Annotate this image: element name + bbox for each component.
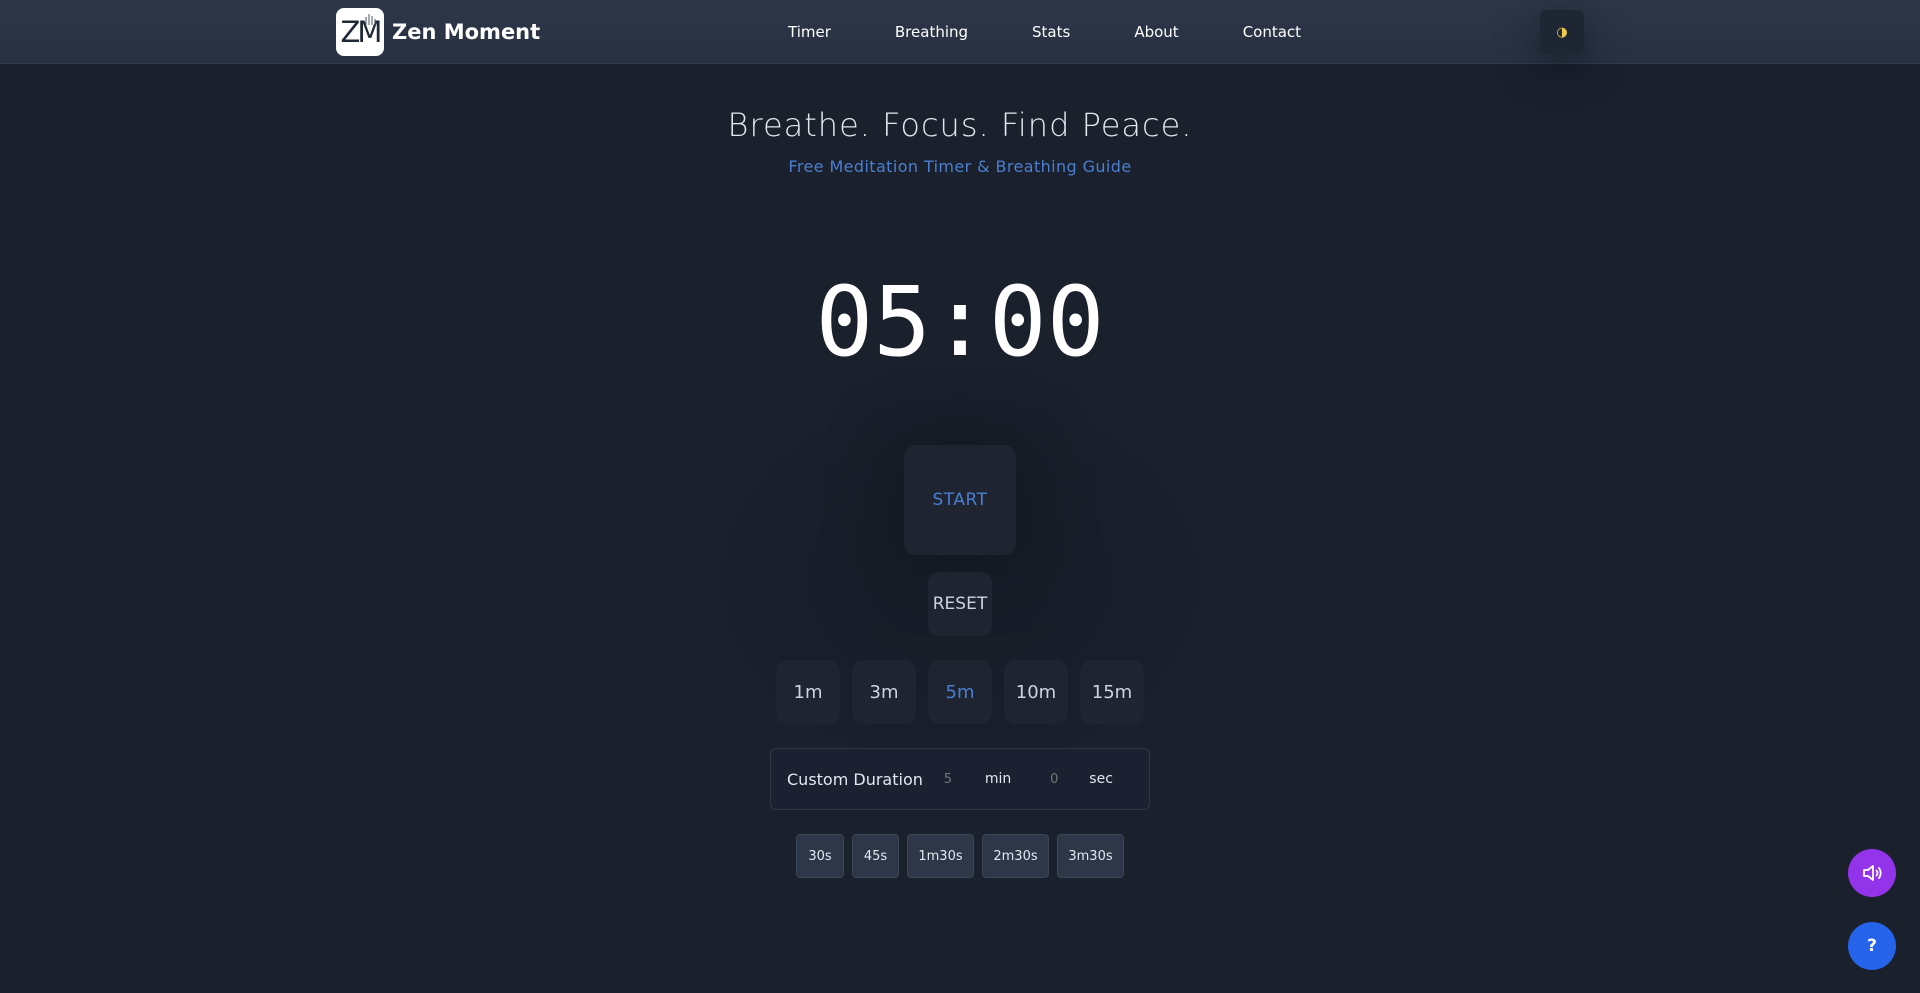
preset-15m-button[interactable]: 15m — [1080, 660, 1144, 724]
nav-links: Timer Breathing Stats About Contact — [788, 0, 1301, 64]
theme-icon: ◑ — [1556, 24, 1568, 40]
preset-durations: 1m 3m 5m 10m 15m — [776, 660, 1144, 724]
nav-link-breathing[interactable]: Breathing — [895, 23, 968, 41]
nav-link-timer[interactable]: Timer — [788, 23, 831, 41]
preset-label: 5m — [945, 681, 975, 703]
preset-1m-button[interactable]: 1m — [776, 660, 840, 724]
custom-minutes-unit: min — [984, 771, 1012, 787]
theme-toggle-button[interactable]: ◑ — [1540, 10, 1584, 54]
quick-3m30s-button[interactable]: 3m30s — [1057, 834, 1124, 878]
custom-seconds-unit: sec — [1089, 771, 1113, 787]
preset-label: 15m — [1091, 681, 1133, 703]
app-logo: ZM — [336, 8, 384, 56]
start-button-label: START — [932, 490, 988, 510]
preset-10m-button[interactable]: 10m — [1004, 660, 1068, 724]
preset-label: 10m — [1015, 681, 1057, 703]
hero-title: Breathe. Focus. Find Peace. — [727, 106, 1193, 144]
quick-45s-button[interactable]: 45s — [852, 834, 899, 878]
quick-1m30s-button[interactable]: 1m30s — [907, 834, 974, 878]
start-button[interactable]: START — [904, 445, 1016, 555]
nav-link-about[interactable]: About — [1134, 23, 1178, 41]
reset-button-label: RESET — [932, 594, 988, 614]
reset-button[interactable]: RESET — [928, 572, 992, 636]
hero-subtitle: Free Meditation Timer & Breathing Guide — [788, 157, 1132, 176]
preset-3m-button[interactable]: 3m — [852, 660, 916, 724]
nav-link-stats[interactable]: Stats — [1032, 23, 1070, 41]
timer-display: 05:00 — [815, 266, 1105, 378]
brand[interactable]: ZM Zen Moment — [336, 8, 540, 56]
help-icon: ? — [1867, 936, 1877, 956]
custom-seconds-input[interactable] — [1039, 771, 1070, 787]
custom-duration-panel: Custom Duration min sec — [770, 748, 1150, 810]
sound-toggle-button[interactable] — [1848, 849, 1896, 897]
preset-5m-button[interactable]: 5m — [928, 660, 992, 724]
preset-label: 1m — [793, 681, 823, 703]
nav-link-contact[interactable]: Contact — [1243, 23, 1301, 41]
app-title: Zen Moment — [392, 20, 541, 44]
help-button[interactable]: ? — [1848, 922, 1896, 970]
logo-decoration-icon — [365, 14, 376, 25]
custom-minutes-input[interactable] — [932, 771, 963, 787]
preset-label: 3m — [869, 681, 899, 703]
custom-duration-label: Custom Duration — [787, 769, 923, 789]
quick-2m30s-button[interactable]: 2m30s — [982, 834, 1049, 878]
speaker-icon — [1863, 865, 1882, 881]
navbar: ZM Zen Moment Timer Breathing Stats Abou… — [0, 0, 1920, 64]
quick-durations: 30s 45s 1m30s 2m30s 3m30s — [796, 834, 1124, 878]
quick-30s-button[interactable]: 30s — [796, 834, 844, 878]
